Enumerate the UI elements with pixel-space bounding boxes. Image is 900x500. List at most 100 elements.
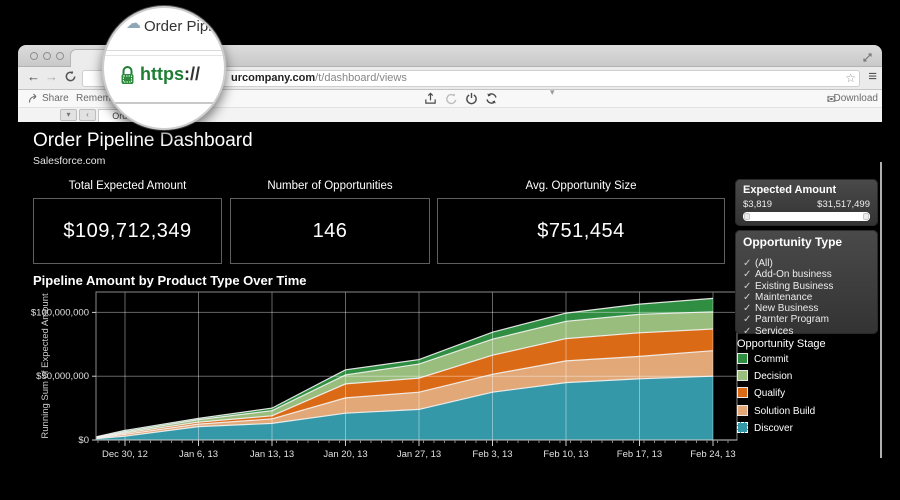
kpi-value-avg-size: $751,454 <box>437 198 725 264</box>
bookmark-star-icon[interactable]: ☆ <box>845 71 856 85</box>
page-subtitle: Salesforce.com <box>33 155 105 167</box>
legend-item[interactable]: Commit <box>737 353 815 370</box>
range-min: $3,819 <box>743 199 772 210</box>
forward-button[interactable]: → <box>45 69 58 84</box>
checkmark-icon: ✓ <box>743 258 755 269</box>
export-icon[interactable] <box>424 92 438 106</box>
magnified-tab-edge <box>104 50 224 51</box>
svg-text:Jan 20, 13: Jan 20, 13 <box>323 449 367 460</box>
magnified-tab-title: Order Pipli <box>144 18 215 35</box>
option-label: (All) <box>755 258 773 269</box>
filter-title: Expected Amount <box>743 184 836 196</box>
option-label: Add-On business <box>755 269 832 280</box>
svg-text:$0: $0 <box>78 435 89 446</box>
legend-item[interactable]: Discover <box>737 422 815 439</box>
legend-swatch[interactable] <box>737 422 748 433</box>
kpi-value-opportunity-count: 146 <box>230 198 430 264</box>
screenshot-stage: × ← → urcompany.com/t/dashboard/views ☆ … <box>0 0 900 500</box>
svg-text:Dec 30, 12: Dec 30, 12 <box>102 449 148 460</box>
legend-title: Opportunity Stage <box>737 338 826 350</box>
zoom-window-button[interactable] <box>56 52 64 60</box>
magnifier-callout: ☁ Order Pipli https:// <box>102 6 226 130</box>
page-scrollbar[interactable] <box>880 162 882 458</box>
option-label: Existing Business <box>755 281 833 292</box>
kpi-label: Total Expected Amount <box>33 180 222 192</box>
option-label: Parnter Program <box>755 314 829 325</box>
reload-icon[interactable] <box>64 70 77 86</box>
legend-label: Qualify <box>754 388 785 399</box>
opportunity-type-options: ✓(All)✓Add-On business✓Existing Business… <box>743 258 874 337</box>
option-label: New Business <box>755 303 818 314</box>
svg-text:Feb 17, 13: Feb 17, 13 <box>617 449 662 460</box>
opportunity-type-option[interactable]: ✓Existing Business <box>743 281 874 292</box>
magnified-https-text: https:// <box>140 64 200 85</box>
minimize-window-button[interactable] <box>43 52 51 60</box>
svg-text:Feb 3, 13: Feb 3, 13 <box>472 449 512 460</box>
checkmark-icon: ✓ <box>743 292 755 303</box>
legend-swatch[interactable] <box>737 387 748 398</box>
option-label: Maintenance <box>755 292 812 303</box>
pause-updates-icon[interactable] <box>465 92 479 106</box>
browser-menu-icon[interactable]: ≡ <box>868 68 877 85</box>
checkmark-icon: ✓ <box>743 281 755 292</box>
url-domain: urcompany.com <box>231 72 315 84</box>
svg-text:Running Sum of Expected Amount: Running Sum of Expected Amount <box>40 293 51 439</box>
legend-item[interactable]: Solution Build <box>737 405 815 422</box>
opportunity-type-option[interactable]: ✓(All) <box>743 258 874 269</box>
checkmark-icon: ✓ <box>743 314 755 325</box>
legend-item[interactable]: Decision <box>737 370 815 387</box>
checkmark-icon: ✓ <box>743 326 755 337</box>
pipeline-chart[interactable]: $0$50,000,000$100,000,000Running Sum of … <box>18 288 758 476</box>
option-label: Services <box>755 326 793 337</box>
opportunity-type-option[interactable]: ✓New Business <box>743 303 874 314</box>
opportunity-type-filter: Opportunity Type ✓(All)✓Add-On business✓… <box>735 230 878 334</box>
svg-text:Jan 27, 13: Jan 27, 13 <box>397 449 441 460</box>
kpi-label: Avg. Opportunity Size <box>437 180 725 192</box>
opportunity-type-option[interactable]: ✓Maintenance <box>743 292 874 303</box>
page-title: Order Pipeline Dashboard <box>33 130 253 152</box>
dashboard: Order Pipeline Dashboard Salesforce.com … <box>18 122 882 478</box>
legend-item[interactable]: Qualify <box>737 387 815 404</box>
chart-title: Pipeline Amount by Product Type Over Tim… <box>33 273 307 288</box>
range-max: $31,517,499 <box>817 199 870 210</box>
share-icon <box>28 92 42 106</box>
fullscreen-icon[interactable] <box>862 50 873 68</box>
salesforce-cloud-icon: ☁ <box>126 14 141 32</box>
legend-swatch[interactable] <box>737 353 748 364</box>
legend-items: Commit Decision Qualify Solution Build Disco… <box>737 353 815 439</box>
legend-label: Commit <box>754 354 788 365</box>
opportunity-type-option[interactable]: ✓Add-On business <box>743 269 874 280</box>
sheet-prev-icon[interactable]: ‹ <box>79 109 96 121</box>
kpi-label: Number of Opportunities <box>230 180 430 192</box>
svg-text:Feb 24, 13: Feb 24, 13 <box>690 449 735 460</box>
opportunity-type-option[interactable]: ✓Parnter Program <box>743 314 874 325</box>
toolbar-collapse-icon[interactable]: ▾ <box>550 87 555 98</box>
range-slider[interactable] <box>743 212 870 221</box>
svg-text:Jan 13, 13: Jan 13, 13 <box>250 449 294 460</box>
legend-label: Discover <box>754 423 793 434</box>
magnified-field-edge <box>104 102 224 104</box>
legend-label: Decision <box>754 371 792 382</box>
filter-range: $3,819 $31,517,499 <box>743 199 870 210</box>
slider-handle-left[interactable] <box>744 213 750 220</box>
undo-icon[interactable] <box>445 92 459 106</box>
checkmark-icon: ✓ <box>743 269 755 280</box>
download-button[interactable]: ↓ Download <box>826 93 878 104</box>
refresh-icon[interactable] <box>485 92 499 106</box>
slider-handle-right[interactable] <box>863 213 869 220</box>
download-label: Download <box>834 93 878 104</box>
checkmark-icon: ✓ <box>743 303 755 314</box>
filter-title: Opportunity Type <box>743 235 842 249</box>
svg-text:Jan 6, 13: Jan 6, 13 <box>179 449 218 460</box>
url-path: /t/dashboard/views <box>315 72 407 84</box>
close-window-button[interactable] <box>30 52 38 60</box>
legend-label: Solution Build <box>754 406 815 417</box>
share-button[interactable]: Share <box>42 93 69 104</box>
back-button[interactable]: ← <box>27 69 40 84</box>
lock-icon <box>119 65 136 92</box>
sheet-menu-icon[interactable]: ▾ <box>60 109 77 121</box>
svg-text:Feb 10, 13: Feb 10, 13 <box>543 449 588 460</box>
legend-swatch[interactable] <box>737 405 748 416</box>
legend-swatch[interactable] <box>737 370 748 381</box>
opportunity-type-option[interactable]: ✓Services <box>743 326 874 337</box>
